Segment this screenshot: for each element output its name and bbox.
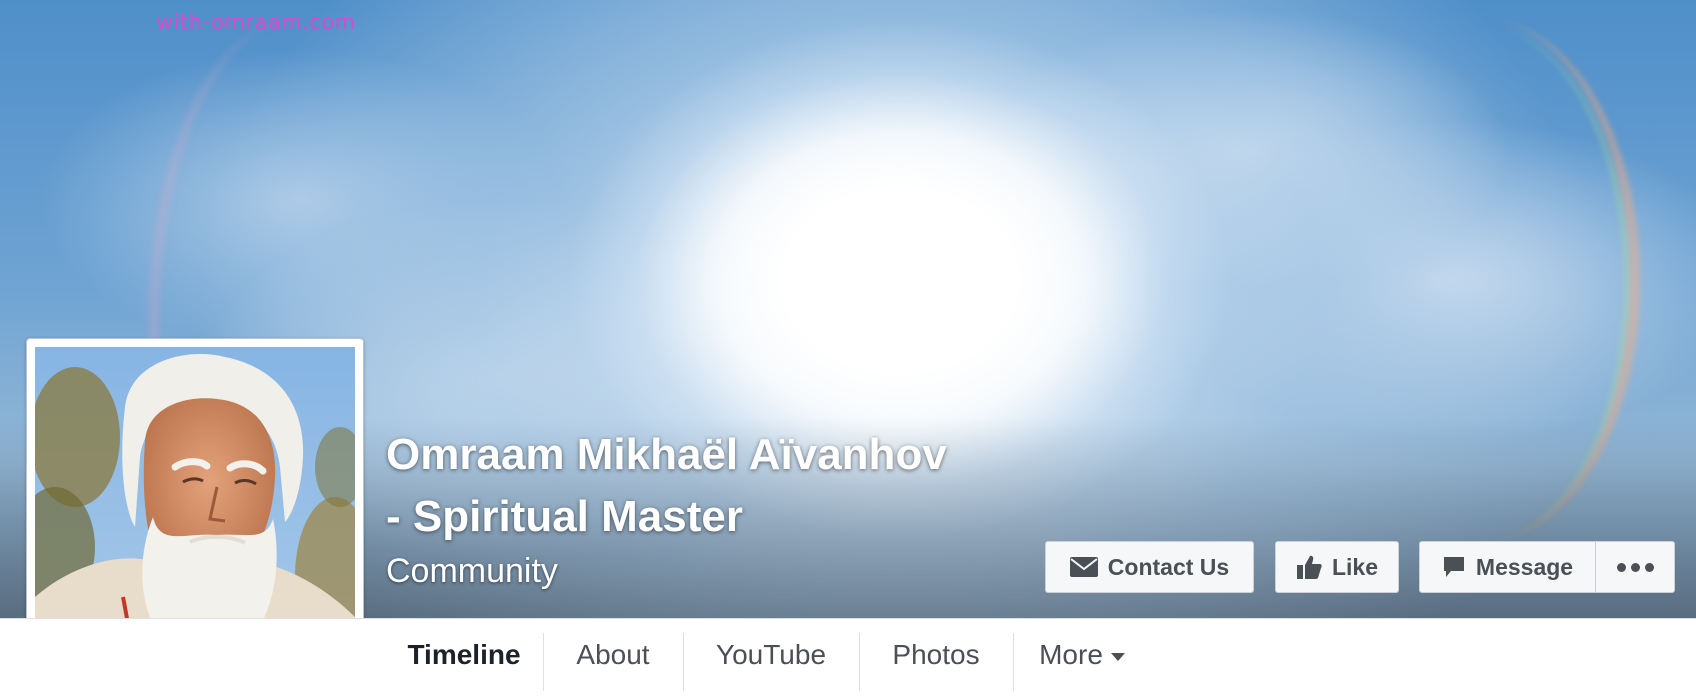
message-label: Message	[1475, 553, 1574, 580]
envelope-icon	[1069, 557, 1098, 577]
speech-bubble-icon	[1442, 555, 1466, 579]
page-header: with-omraam.com Omraam Mikhaël Aïvanhov …	[0, 0, 1696, 700]
contact-us-button[interactable]: Contact Us	[1045, 541, 1254, 593]
contact-us-label: Contact Us	[1107, 553, 1230, 580]
page-nav-bar: Timeline About YouTube Photos More	[0, 618, 1696, 700]
ellipsis-icon	[1616, 562, 1654, 572]
page-category[interactable]: Community	[386, 552, 558, 591]
tab-timeline[interactable]: Timeline	[386, 619, 542, 691]
message-button[interactable]: Message	[1420, 542, 1596, 592]
thumbs-up-icon	[1296, 554, 1322, 580]
page-title[interactable]: Omraam Mikhaël Aïvanhov - Spiritual Mast…	[386, 424, 1026, 548]
more-options-button[interactable]	[1596, 542, 1674, 592]
tab-youtube[interactable]: YouTube	[684, 619, 858, 691]
message-button-group: Message	[1419, 541, 1675, 593]
chevron-down-icon	[1110, 653, 1125, 661]
tab-photos[interactable]: Photos	[860, 619, 1012, 691]
tab-more-label: More	[1039, 639, 1103, 670]
tab-about[interactable]: About	[544, 619, 682, 691]
page-title-line2: - Spiritual Master	[386, 492, 743, 541]
like-label: Like	[1331, 553, 1379, 580]
page-title-line1: Omraam Mikhaël Aïvanhov	[386, 430, 947, 479]
cover-watermark: with-omraam.com	[156, 10, 356, 34]
like-button[interactable]: Like	[1275, 541, 1399, 593]
tab-more[interactable]: More	[1014, 619, 1150, 691]
